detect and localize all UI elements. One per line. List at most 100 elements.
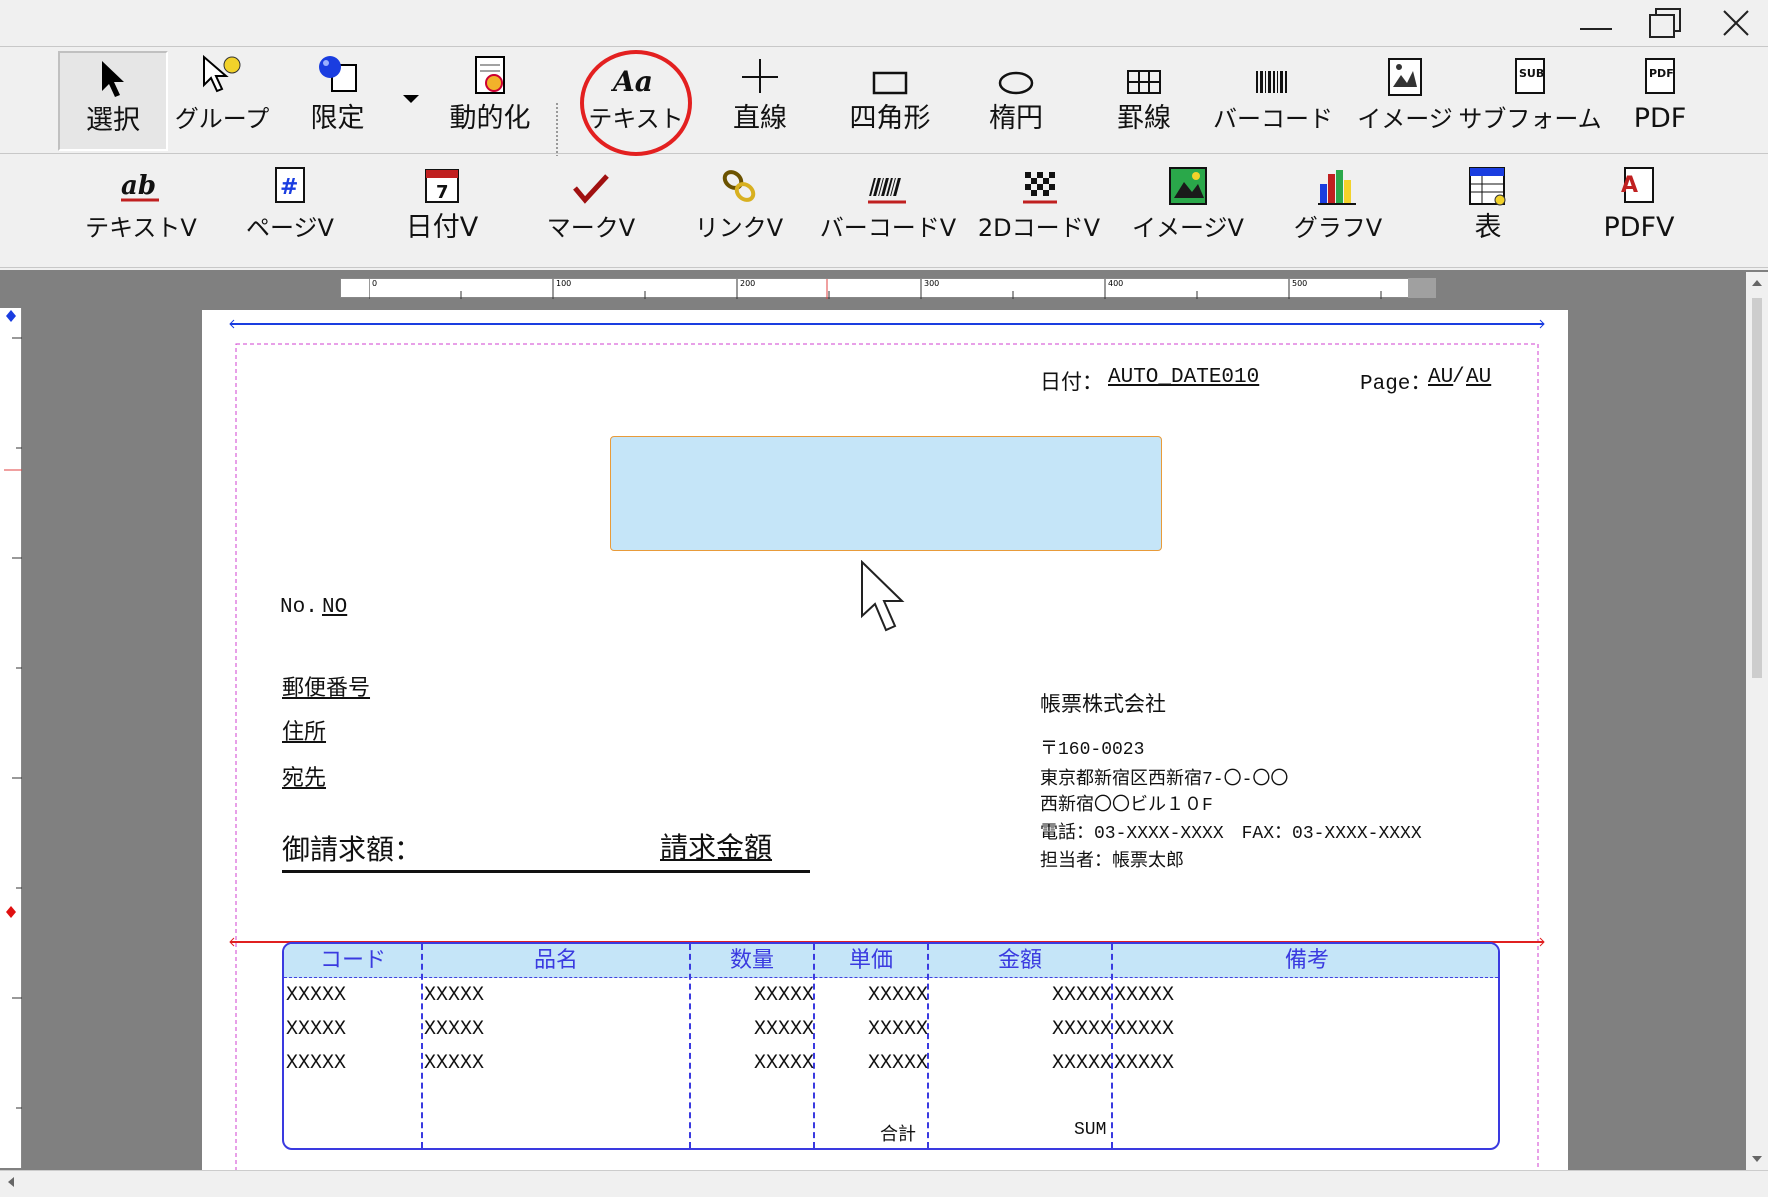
- ruler-label-0: 0: [372, 279, 378, 288]
- minimize-icon: [1580, 28, 1612, 30]
- new-text-box-selection[interactable]: [610, 436, 1162, 551]
- close-icon: [1723, 10, 1749, 36]
- graphv-tool-button[interactable]: グラフV: [1278, 160, 1398, 260]
- text-ab-icon: ab: [121, 171, 159, 202]
- header-item-name: 品名: [533, 948, 578, 973]
- cell-item-name: XXXXX: [424, 984, 485, 1007]
- imagev-tool-button[interactable]: イメージV: [1128, 160, 1248, 260]
- subform-tool-label: サブフォーム: [1458, 105, 1602, 133]
- column-divider: [689, 944, 691, 1148]
- markv-tool-button[interactable]: マークV: [536, 160, 646, 260]
- ruler-ticks: [369, 279, 1382, 299]
- limit-dropdown-button[interactable]: [398, 51, 424, 151]
- pagev-tool-button[interactable]: # ページV: [230, 160, 350, 260]
- close-button[interactable]: [1706, 4, 1766, 42]
- cell-amount: XXXXX: [1052, 1052, 1113, 1075]
- group-tool-button[interactable]: グループ: [172, 51, 272, 151]
- minimize-button[interactable]: [1566, 4, 1626, 42]
- cell-item-name: XXXXX: [424, 1052, 485, 1075]
- ellipse-tool-label: 楕円: [989, 103, 1043, 134]
- textv-tool-button[interactable]: ab テキストV: [85, 160, 197, 260]
- limit-tool-button[interactable]: 限定: [290, 51, 385, 151]
- grid-tool-label: 罫線: [1117, 103, 1171, 134]
- page-total-field[interactable]: AU: [1466, 366, 1491, 389]
- horizontal-ruler[interactable]: 0 100 200 300 400 500: [340, 278, 1436, 299]
- invoice-underline: [282, 870, 810, 873]
- restore-button[interactable]: [1636, 4, 1696, 42]
- select-tool-button[interactable]: 選択: [58, 51, 168, 151]
- table-tool-button[interactable]: 表: [1438, 160, 1538, 260]
- barcode-icon: [1256, 71, 1287, 93]
- no-field[interactable]: NO: [322, 596, 347, 619]
- address-field[interactable]: 住所: [282, 714, 326, 746]
- pdfv-tool-button[interactable]: A PDFV: [1584, 160, 1694, 260]
- company-zip: 〒160-0023: [1040, 740, 1145, 760]
- barcode-tool-button[interactable]: バーコード: [1210, 51, 1336, 151]
- ruler-label-400: 400: [1108, 279, 1124, 288]
- company-phone-fax: 電話：03-XXXX-XXXX FAX：03-XXXX-XXXX: [1040, 824, 1422, 844]
- cell-quantity: XXXXX: [754, 984, 815, 1007]
- company-name: 帳票株式会社: [1040, 692, 1166, 716]
- page-current-field[interactable]: AU: [1428, 366, 1453, 389]
- subform-tool-button[interactable]: SUB サブフォーム: [1458, 51, 1602, 151]
- header-unit-price: 単価: [848, 948, 893, 973]
- cell-unit-price: XXXXX: [868, 1018, 929, 1041]
- table-icon: [1469, 167, 1506, 206]
- vertical-ruler[interactable]: [0, 308, 22, 1168]
- markv-tool-label: マークV: [546, 214, 636, 242]
- date-label: 日付：: [1040, 373, 1103, 396]
- line-tool-button[interactable]: 直線: [710, 51, 810, 151]
- dynamic-tool-label: 動的化: [449, 103, 531, 134]
- cell-item-name: XXXXX: [424, 1018, 485, 1041]
- group-cursor-icon: [203, 54, 241, 93]
- scroll-arrows: [1752, 280, 1762, 1162]
- column-divider: [927, 944, 929, 1148]
- detail-table[interactable]: コード 品名 数量 単価 金額 備考 XXXXX XXXXX XXXXX XXX…: [282, 942, 1500, 1150]
- pdf-icon: PDF: [1645, 58, 1675, 94]
- header-remarks: 備考: [1284, 948, 1329, 973]
- code2dv-tool-label: 2DコードV: [977, 214, 1101, 242]
- date-field[interactable]: AUTO_DATE010: [1108, 366, 1259, 389]
- arrow-cursor-icon: [102, 61, 124, 97]
- horizontal-scrollbar[interactable]: [0, 1170, 1768, 1192]
- cell-quantity: XXXXX: [754, 1018, 815, 1041]
- line-tool-label: 直線: [733, 103, 787, 134]
- svg-text:SUB: SUB: [1519, 67, 1544, 80]
- column-divider: [421, 944, 423, 1148]
- column-divider: [813, 944, 815, 1148]
- linkv-tool-button[interactable]: リンクV: [684, 160, 794, 260]
- vertical-scrollbar[interactable]: [1746, 272, 1768, 1170]
- cell-remarks: XXXXX: [1114, 1018, 1175, 1041]
- ellipse-tool-button[interactable]: 楕円: [966, 51, 1066, 151]
- code2dv-tool-button[interactable]: 2DコードV: [974, 160, 1104, 260]
- page-label: Page：: [1360, 373, 1432, 396]
- cell-code: XXXXX: [286, 1052, 347, 1075]
- pdf-tool-button[interactable]: PDF PDF: [1610, 51, 1710, 151]
- page-number-icon: #: [275, 167, 305, 203]
- calendar-icon: 7: [425, 169, 459, 203]
- header-amount: 金額: [997, 948, 1042, 973]
- image-tool-button[interactable]: イメージ: [1350, 51, 1460, 151]
- chain-link-icon: [722, 170, 756, 202]
- addressee-field[interactable]: 宛先: [282, 760, 326, 792]
- dynamic-tool-button[interactable]: 動的化: [438, 51, 542, 151]
- grid-tool-button[interactable]: 罫線: [1094, 51, 1194, 151]
- pagev-tool-label: ページV: [246, 214, 334, 242]
- invoice-amount-label: 御請求額：: [282, 833, 423, 866]
- rect-tool-button[interactable]: 四角形: [836, 51, 944, 151]
- invoice-amount-field[interactable]: 請求金額: [660, 826, 772, 866]
- cross-line-icon: [742, 59, 778, 93]
- ruler-label-500: 500: [1292, 279, 1308, 288]
- svg-text:PDF: PDF: [1649, 67, 1674, 80]
- barcodev-tool-button[interactable]: バーコードV: [818, 160, 958, 260]
- variable-toolbar: ab テキストV # ページV 7 日付V マークV リンクV バーコードV 2…: [0, 156, 1768, 268]
- barcodev-tool-label: バーコードV: [819, 214, 957, 242]
- cell-unit-price: XXXXX: [868, 1052, 929, 1075]
- group-tool-label: グループ: [174, 105, 270, 133]
- ruler-margin-right: [1408, 278, 1436, 298]
- drawing-toolbar: 選択 グループ 限定 動的化 Aa テキスト 直線 四角形 楕円 罫線 バーコー…: [0, 46, 1768, 189]
- company-contact-person: 担当者：帳票太郎: [1040, 852, 1184, 872]
- checkmark-icon: [573, 174, 609, 204]
- postal-code-field[interactable]: 郵便番号: [282, 670, 370, 702]
- datev-tool-button[interactable]: 7 日付V: [392, 160, 492, 260]
